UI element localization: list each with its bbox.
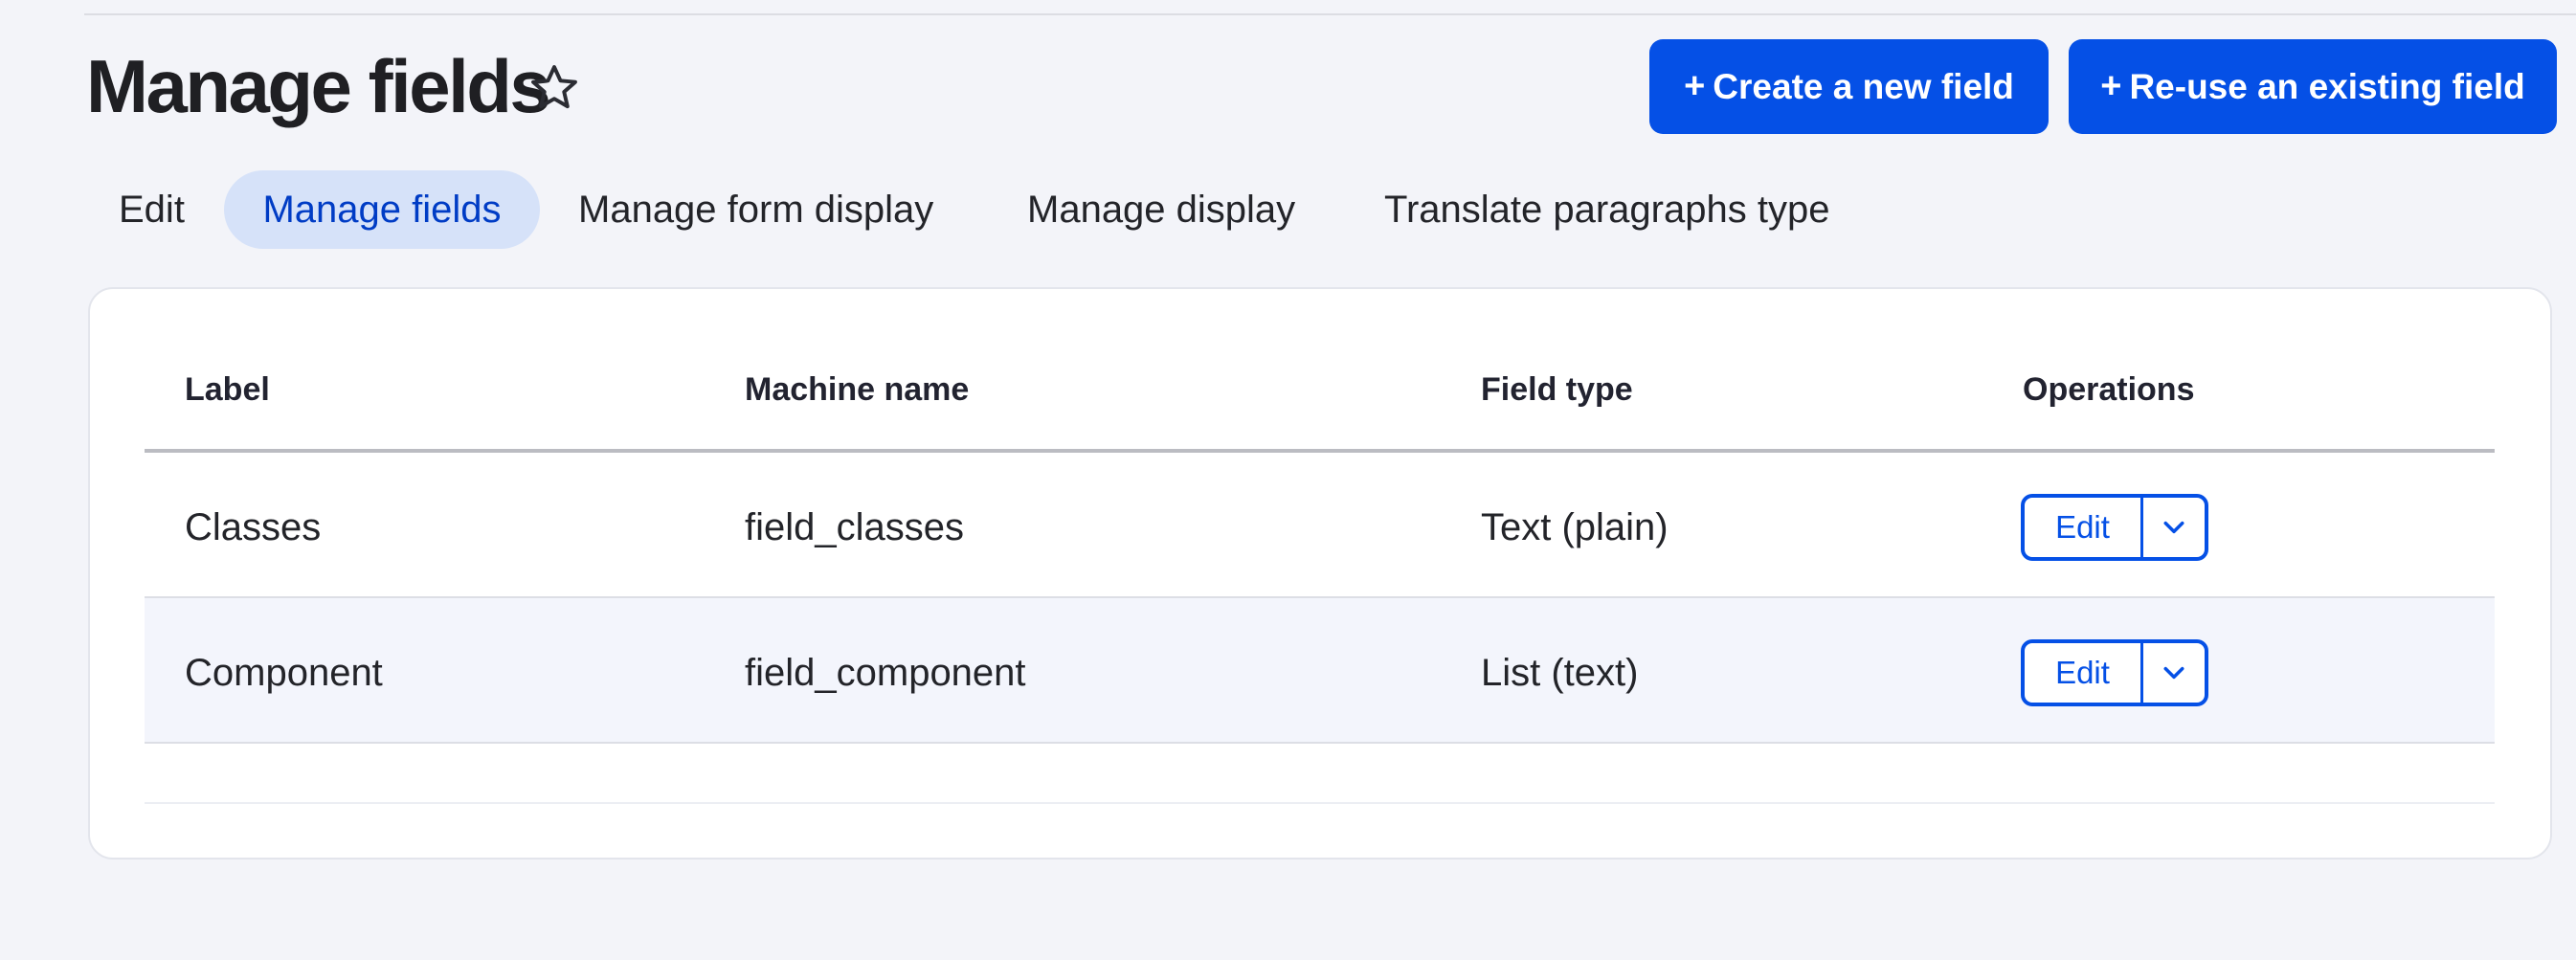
column-header-field-type: Field type [1481, 371, 1633, 408]
tab-manage-display[interactable]: Manage display [998, 170, 1324, 249]
column-header-machine-name: Machine name [745, 371, 970, 408]
top-divider [84, 13, 2576, 15]
field-type: List (text) [1481, 652, 1639, 694]
star-icon[interactable] [527, 61, 581, 115]
operations-dropbutton: Edit [2021, 494, 2208, 561]
tab-translate-paragraphs-type[interactable]: Translate paragraphs type [1355, 170, 1858, 249]
plus-icon: + [2100, 66, 2122, 106]
column-header-operations: Operations [2023, 371, 2195, 408]
reuse-existing-field-button[interactable]: + Re-use an existing field [2069, 39, 2557, 134]
plus-icon: + [1684, 66, 1706, 106]
edit-button[interactable]: Edit [2025, 498, 2143, 557]
operations-toggle[interactable] [2143, 498, 2205, 557]
field-label: Classes [185, 506, 322, 548]
page-title: Manage fields [86, 44, 551, 128]
operations-toggle[interactable] [2143, 643, 2205, 703]
tab-manage-form-display[interactable]: Manage form display [549, 170, 962, 249]
edit-button[interactable]: Edit [2025, 643, 2143, 703]
field-machine-name: field_classes [745, 506, 965, 548]
table-bottom-divider [145, 802, 2495, 804]
chevron-down-icon [2163, 666, 2184, 680]
tab-edit[interactable]: Edit [90, 170, 213, 249]
chevron-down-icon [2163, 521, 2184, 534]
field-label: Component [185, 652, 383, 694]
tab-manage-fields[interactable]: Manage fields [224, 170, 540, 249]
operations-dropbutton: Edit [2021, 639, 2208, 706]
field-type: Text (plain) [1481, 506, 1669, 548]
column-header-label: Label [185, 371, 270, 408]
create-new-field-button[interactable]: + Create a new field [1649, 39, 2049, 134]
create-new-field-label: Create a new field [1713, 66, 2014, 106]
field-machine-name: field_component [745, 652, 1026, 694]
reuse-existing-field-label: Re-use an existing field [2129, 66, 2525, 106]
